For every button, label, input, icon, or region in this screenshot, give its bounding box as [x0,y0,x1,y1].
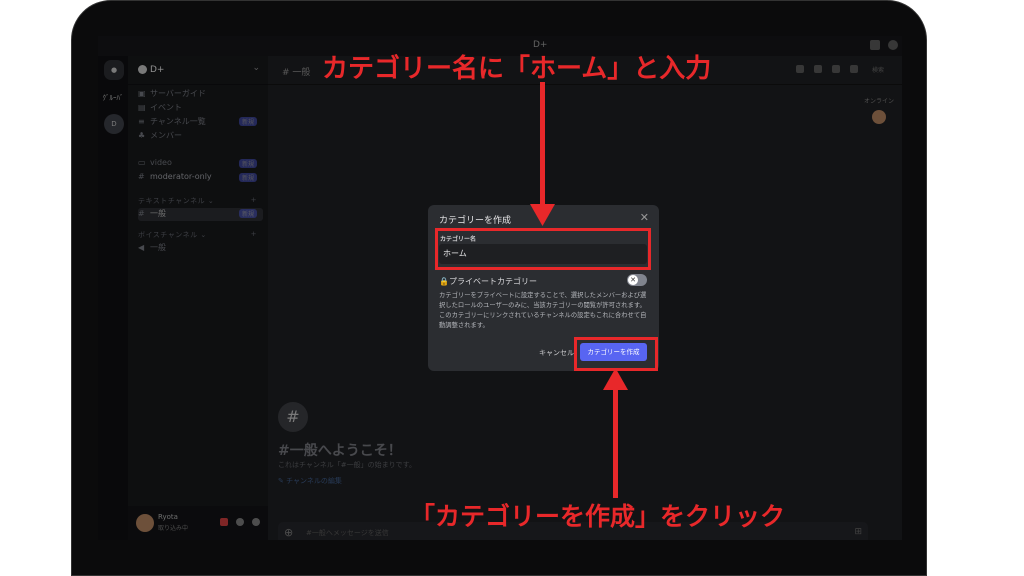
arrow-up [613,388,618,498]
cancel-button[interactable]: キャンセル [539,348,574,358]
lock-icon: 🔒 [439,277,449,286]
arrow-down-head-icon [530,204,555,226]
private-description: カテゴリーをプライベートに設定することで、選択したメンバーおよび選択したロールの… [439,292,647,329]
dialog-title: カテゴリーを作成 [439,216,512,226]
annotation-top: カテゴリー名に「ホーム」と入力 [322,54,712,84]
highlight-create-button [574,337,658,371]
annotation-bottom: 「カテゴリーを作成」をクリック [410,502,786,531]
highlight-name-field [435,228,651,270]
x-icon: ✕ [628,275,638,285]
arrow-down [540,82,545,210]
arrow-up-head-icon [603,368,628,390]
private-toggle[interactable]: ✕ [627,274,647,286]
close-icon[interactable]: ✕ [640,211,649,224]
private-category-label: 🔒プライベートカテゴリー [439,277,537,286]
